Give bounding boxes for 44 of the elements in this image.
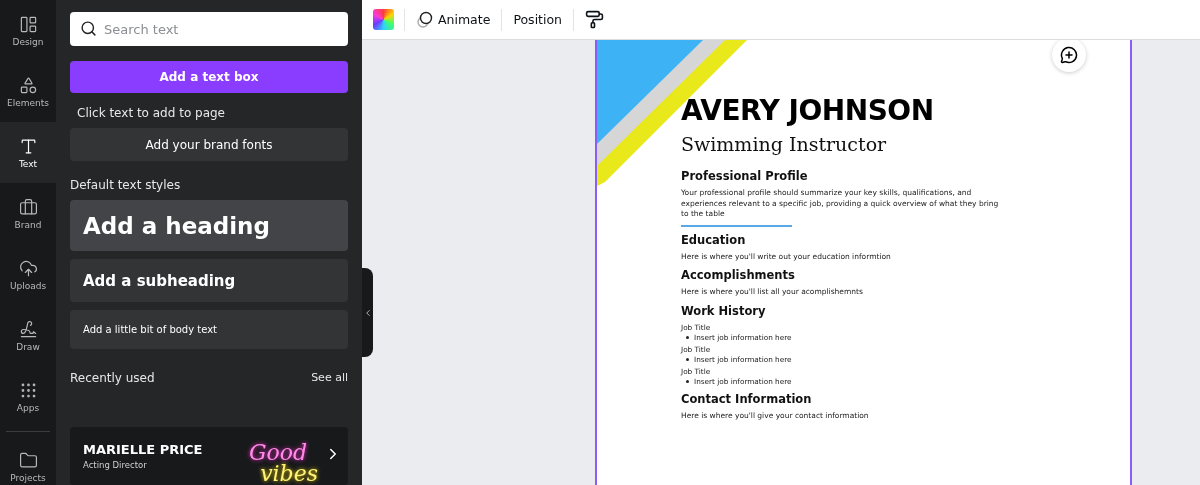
neon-text: Good (249, 443, 308, 464)
template-card[interactable]: MARIELLE PRICE Acting Director Good vibes (70, 426, 348, 485)
search-icon (80, 20, 97, 37)
color-swatch[interactable] (373, 9, 394, 30)
resume-name: AVERY JOHNSON (681, 94, 935, 127)
resume-title: Swimming Instructor (681, 133, 888, 155)
resume-section-heading: Contact Information (681, 391, 813, 406)
nav-item[interactable]: Brand (0, 183, 56, 244)
hint-text: Click text to add to page (77, 106, 226, 121)
upload-icon (18, 258, 38, 278)
animate-icon (416, 10, 434, 29)
see-all-link[interactable]: See all (311, 371, 348, 385)
text-style-button[interactable]: Add a heading (70, 200, 348, 252)
resume-section-heading: Professional Profile (681, 169, 809, 183)
add-text-box-button[interactable]: Add a text box (70, 61, 348, 94)
nav-item[interactable]: Elements (0, 61, 56, 122)
text-style-button[interactable]: Add a little bit of body text (70, 310, 348, 349)
shapes-icon (18, 75, 38, 95)
text-style-button[interactable]: Add a subheading (70, 259, 348, 303)
animate-button[interactable]: Animate (405, 4, 502, 35)
nav-item[interactable]: Design (0, 0, 56, 61)
paint-roller-icon (585, 10, 605, 29)
section-heading: Recently used (70, 370, 155, 385)
comment-plus-icon (1060, 46, 1078, 64)
resume-section-heading: Work History (681, 303, 767, 318)
resume-section-heading: Education (681, 232, 747, 247)
nav-item[interactable]: Uploads (0, 244, 56, 305)
briefcase-icon (18, 197, 38, 217)
search-field[interactable]: Search text (70, 12, 348, 46)
resume-section-heading: Accomplishments (681, 268, 796, 282)
nav-item[interactable]: Draw (0, 305, 56, 366)
template-name: MARIELLE PRICE (83, 441, 203, 457)
pen-icon (18, 319, 38, 339)
nav-item[interactable]: Projects (0, 436, 56, 485)
collapse-handle[interactable] (362, 268, 373, 357)
position-button[interactable]: Position (502, 6, 574, 33)
template-role: Acting Director (83, 459, 148, 470)
layout-icon (18, 14, 38, 34)
section-heading: Default text styles (70, 178, 182, 193)
brand-fonts-button[interactable]: Add your brand fonts (70, 128, 348, 162)
nav-item[interactable]: Text (0, 122, 56, 183)
nav-item[interactable]: Apps (0, 366, 56, 427)
neon-text: vibes (260, 463, 318, 485)
folder-icon (18, 450, 38, 470)
